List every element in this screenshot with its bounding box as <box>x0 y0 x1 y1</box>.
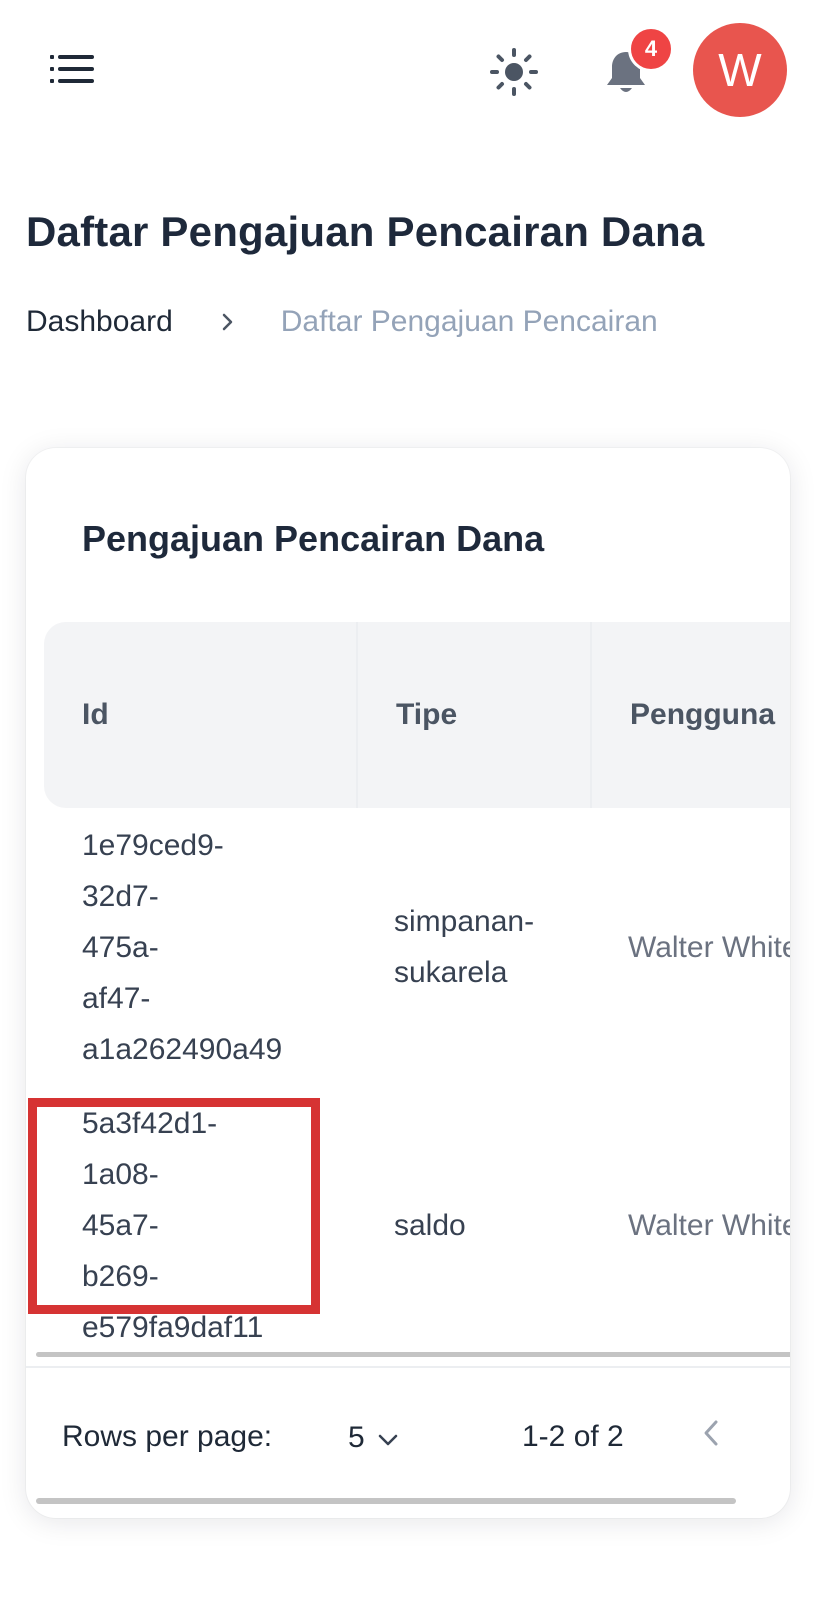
card-horizontal-scrollbar[interactable] <box>36 1498 736 1504</box>
table-row[interactable]: 1e79ced9- 32d7- 475a-af47- a1a262490a49 sim… <box>44 808 790 1086</box>
sun-icon <box>489 47 539 102</box>
cell-id: 5a3f42d1- 1a08- 45a7- b269- e579fa9daf11 <box>82 1106 264 1344</box>
requests-table: Id Tipe Pengguna 1e79ced9- 32d7- 475a-af47… <box>44 622 790 1362</box>
breadcrumb-dashboard-link[interactable]: Dashboard <box>26 305 173 339</box>
cell-pengguna: Walter White <box>628 930 790 964</box>
cell-tipe: simpanan-sukarela <box>394 905 535 989</box>
notification-count-badge: 4 <box>628 26 674 72</box>
chevron-down-icon <box>377 1421 399 1455</box>
withdrawal-requests-card: Pengajuan Pencairan Dana Id Tipe Penggun… <box>26 448 790 1518</box>
column-header-pengguna[interactable]: Pengguna <box>590 622 790 808</box>
column-header-tipe[interactable]: Tipe <box>356 622 590 808</box>
chevron-right-icon <box>221 311 235 333</box>
rows-per-page-label: Rows per page: <box>62 1420 273 1453</box>
cell-tipe: saldo <box>394 1208 466 1242</box>
menu-icon <box>50 53 94 90</box>
table-horizontal-scrollbar[interactable] <box>36 1352 790 1357</box>
table-header: Id Tipe Pengguna <box>44 622 790 808</box>
previous-page-button[interactable] <box>686 1412 736 1462</box>
next-page-button[interactable] <box>774 1412 790 1462</box>
rows-per-page-select[interactable]: 5 <box>348 1414 399 1462</box>
theme-toggle-button[interactable] <box>484 44 544 104</box>
column-header-id[interactable]: Id <box>44 622 356 808</box>
top-app-bar: 4 W <box>0 0 824 140</box>
table-row[interactable]: 5a3f42d1- 1a08- 45a7- b269- e579fa9daf11 sal… <box>44 1086 790 1362</box>
rows-per-page-value: 5 <box>348 1421 365 1454</box>
card-title: Pengajuan Pencairan Dana <box>82 518 545 559</box>
chevron-left-icon <box>703 1419 719 1455</box>
cell-pengguna: Walter White <box>628 1208 790 1242</box>
cell-id: 1e79ced9- 32d7- 475a-af47- a1a262490a49 <box>82 828 283 1066</box>
pagination: Rows per page: 5 1-2 of 2 <box>62 1408 790 1468</box>
breadcrumb-current: Daftar Pengajuan Pencairan <box>280 305 658 338</box>
user-avatar[interactable]: W <box>693 23 787 117</box>
page-title: Daftar Pengajuan Pencairan Dana <box>26 208 705 255</box>
menu-button[interactable] <box>40 46 104 96</box>
breadcrumb: Dashboard Daftar Pengajuan Pencairan <box>26 302 658 342</box>
pagination-range: 1-2 of 2 <box>522 1420 624 1453</box>
divider <box>26 1366 790 1368</box>
